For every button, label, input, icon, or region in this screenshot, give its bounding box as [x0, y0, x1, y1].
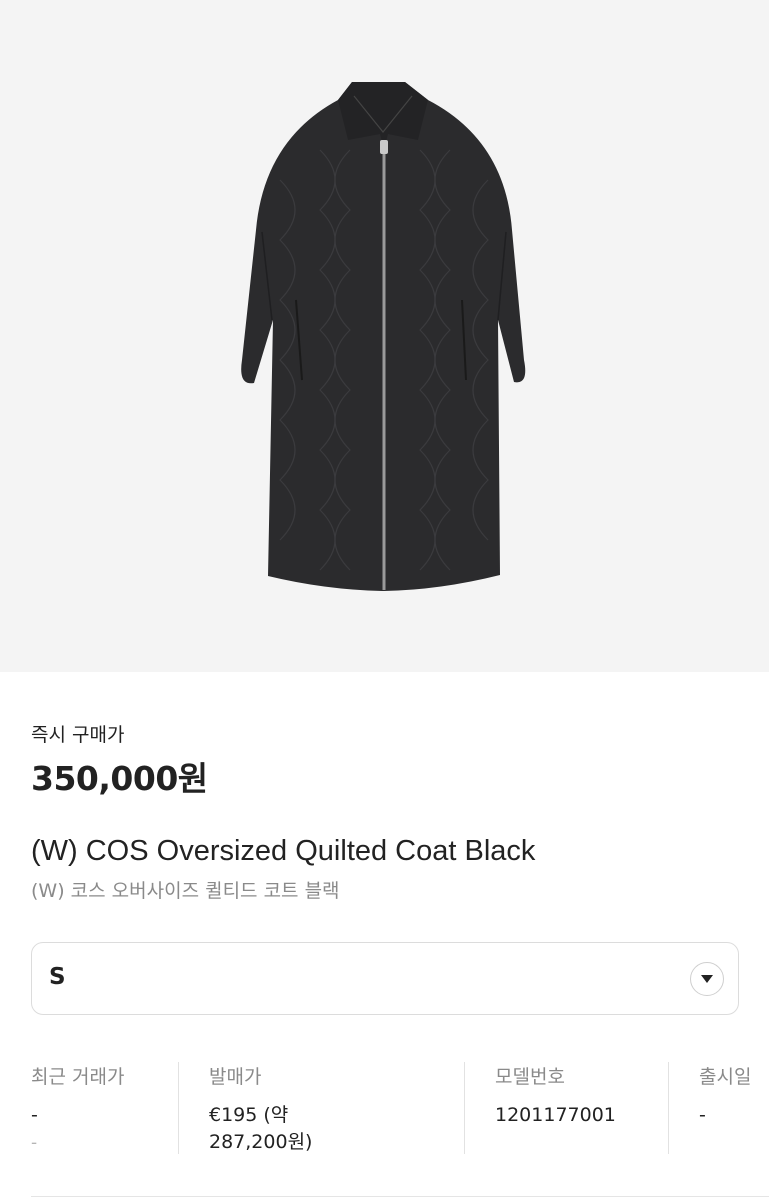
size-select[interactable]: S — [31, 942, 739, 1015]
recent-trade-change: - — [31, 1133, 38, 1153]
release-price-value-line2: 287,200원) — [209, 1131, 313, 1153]
recent-trade-value: - — [31, 1104, 38, 1126]
release-date: 출시일 - — [699, 1058, 769, 1158]
product-image[interactable] — [0, 0, 769, 672]
product-title-ko: (W) 코스 오버사이즈 퀼티드 코트 블랙 — [31, 880, 340, 902]
release-price-value: €195 (약 287,200원) — [209, 1102, 449, 1156]
recent-trade-label: 최근 거래가 — [31, 1066, 125, 1088]
model-number-label: 모델번호 — [495, 1066, 565, 1088]
model-number: 모델번호 1201177001 — [495, 1058, 655, 1158]
release-price: 발매가 €195 (약 287,200원) — [209, 1058, 449, 1158]
model-number-value: 1201177001 — [495, 1104, 616, 1126]
size-select-value: S — [49, 964, 66, 990]
info-divider — [178, 1062, 179, 1154]
release-date-label: 출시일 — [699, 1066, 752, 1088]
section-divider — [31, 1196, 769, 1197]
release-price-label: 발매가 — [209, 1066, 262, 1088]
info-divider — [668, 1062, 669, 1154]
recent-trade-price: 최근 거래가 - - — [31, 1058, 171, 1158]
chevron-down-icon[interactable] — [690, 962, 724, 996]
release-price-value-line1: €195 (약 — [209, 1104, 289, 1126]
release-date-value: - — [699, 1104, 706, 1126]
product-info-row: 최근 거래가 - - 발매가 €195 (약 287,200원) 모델번호 12… — [0, 1058, 769, 1158]
coat-illustration — [241, 82, 526, 591]
instant-price: 350,000원 — [31, 759, 208, 798]
instant-price-label: 즉시 구매가 — [31, 724, 125, 746]
info-divider — [464, 1062, 465, 1154]
product-title-en: (W) COS Oversized Quilted Coat Black — [31, 835, 536, 867]
